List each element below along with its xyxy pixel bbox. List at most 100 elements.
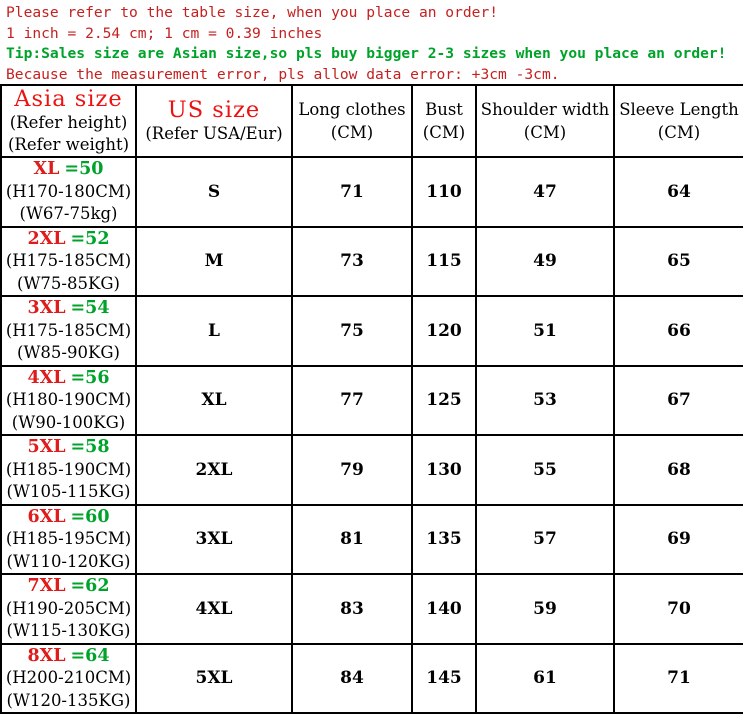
table-row: 4XL =56 (H180-190CM) (W90-100KG) XL 77 125 53 67 bbox=[1, 365, 743, 436]
shoulder-width-cell: 53 bbox=[476, 365, 615, 436]
sleeve-length-cell: 68 bbox=[614, 435, 743, 506]
asia-weight-range: (W90-100KG) bbox=[11, 412, 126, 432]
asia-size-line: 4XL =56 bbox=[2, 367, 135, 390]
long-clothes-cell: 84 bbox=[292, 643, 413, 714]
shoulder-width-cell: 61 bbox=[476, 643, 615, 714]
bust-label: Bust bbox=[425, 100, 463, 119]
asia-size-number: =52 bbox=[70, 228, 110, 249]
asia-height-range: (H175-185CM) bbox=[5, 251, 132, 270]
asia-size-line: 7XL =62 bbox=[2, 575, 135, 598]
asia-size-number: =56 bbox=[70, 367, 110, 388]
asia-size-line: 6XL =60 bbox=[2, 506, 135, 529]
sleeve-length-cell: 65 bbox=[614, 226, 743, 297]
asia-size-label: 5XL bbox=[27, 437, 66, 457]
asia-height-range: (H190-205CM) bbox=[5, 598, 132, 618]
asia-size-number: =62 bbox=[70, 576, 110, 596]
us-size-cell: 2XL bbox=[136, 435, 293, 506]
asia-height-range: (H180-190CM) bbox=[5, 390, 132, 409]
bust-cell: 125 bbox=[412, 365, 477, 436]
table-row: 7XL =62 (H190-205CM) (W115-130KG) 4XL 83 140 59… bbox=[1, 574, 743, 645]
us-size-cell: 4XL bbox=[136, 574, 293, 645]
asia-size-cell: 8XL =64 (H200-210CM) (W120-135KG) bbox=[1, 643, 137, 714]
bust-cell: 115 bbox=[412, 226, 477, 297]
us-size-cell: 3XL bbox=[136, 504, 293, 575]
asia-size-label: 3XL bbox=[27, 298, 66, 318]
bust-cell: 145 bbox=[412, 643, 477, 714]
notice-line-2: 1 inch = 2.54 cm; 1 cm = 0.39 inches bbox=[6, 24, 323, 42]
long-clothes-cell: 81 bbox=[292, 504, 413, 575]
table-row: 8XL =64 (H200-210CM) (W120-135KG) 5XL 84 145 61… bbox=[1, 643, 743, 714]
table-row: XL =50 (H170-180CM) (W67-75kg) S 71 110 47 64 bbox=[1, 157, 743, 228]
asia-weight-range: (W85-90KG) bbox=[17, 343, 120, 362]
asia-size-cell: 5XL =58 (H185-190CM) (W105-115KG) bbox=[1, 435, 137, 506]
asia-size-refer-height: (Refer height) bbox=[9, 113, 128, 132]
us-size-refer: (Refer USA/Eur) bbox=[145, 124, 283, 143]
asia-size-number: =60 bbox=[70, 506, 110, 527]
sleeve-length-cell: 67 bbox=[614, 365, 743, 436]
bust-cell: 140 bbox=[412, 574, 477, 645]
long-clothes-cell: 75 bbox=[292, 296, 413, 367]
asia-size-line: 5XL =58 bbox=[2, 436, 135, 459]
sleeve-unit: (CM) bbox=[657, 123, 701, 142]
asia-size-title: Asia size bbox=[14, 86, 123, 112]
asia-size-line: 8XL =64 bbox=[2, 645, 135, 668]
us-size-title: US size bbox=[167, 97, 261, 123]
shoulder-width-cell: 47 bbox=[476, 157, 615, 228]
asia-height-range: (H170-180CM) bbox=[5, 181, 132, 201]
asia-size-cell: 2XL =52 (H175-185CM) (W75-85KG) bbox=[1, 226, 137, 297]
sleeve-length-cell: 64 bbox=[614, 157, 743, 228]
asia-size-label: XL bbox=[33, 159, 60, 179]
bust-cell: 135 bbox=[412, 504, 477, 575]
asia-size-number: =50 bbox=[64, 159, 104, 179]
shoulder-width-cell: 51 bbox=[476, 296, 615, 367]
table-row: 5XL =58 (H185-190CM) (W105-115KG) 2XL 79 130 55… bbox=[1, 435, 743, 506]
table-row: 3XL =54 (H175-185CM) (W85-90KG) L 75 120 51 66 bbox=[1, 296, 743, 367]
long-clothes-label: Long clothes bbox=[298, 100, 406, 119]
table-row: 6XL =60 (H185-195CM) (W110-120KG) 3XL 81 135 57… bbox=[1, 504, 743, 575]
sleeve-length-cell: 70 bbox=[614, 574, 743, 645]
column-header-long-clothes: Long clothes (CM) bbox=[292, 85, 413, 158]
shoulder-unit: (CM) bbox=[523, 123, 567, 142]
bust-cell: 110 bbox=[412, 157, 477, 228]
asia-weight-range: (W115-130KG) bbox=[6, 621, 131, 640]
asia-size-label: 8XL bbox=[27, 645, 66, 666]
bust-unit: (CM) bbox=[422, 123, 466, 142]
asia-size-cell: XL =50 (H170-180CM) (W67-75kg) bbox=[1, 157, 137, 228]
sleeve-label: Sleeve Length bbox=[619, 100, 739, 119]
asia-weight-range: (W75-85KG) bbox=[17, 273, 120, 293]
shoulder-width-cell: 55 bbox=[476, 435, 615, 506]
asia-size-refer-weight: (Refer weight) bbox=[7, 135, 130, 154]
asia-size-label: 6XL bbox=[27, 506, 66, 527]
column-header-us-size: US size (Refer USA/Eur) bbox=[136, 85, 293, 158]
shoulder-width-cell: 59 bbox=[476, 574, 615, 645]
asia-weight-range: (W110-120KG) bbox=[6, 551, 131, 571]
column-header-asia-size: Asia size (Refer height) (Refer weight) bbox=[1, 85, 137, 158]
long-clothes-cell: 83 bbox=[292, 574, 413, 645]
asia-weight-range: (W120-135KG) bbox=[6, 690, 131, 710]
asia-size-number: =58 bbox=[70, 437, 110, 457]
asia-size-label: 2XL bbox=[27, 228, 66, 249]
notice-line-1: Please refer to the table size, when you… bbox=[6, 4, 499, 21]
size-chart-table: Asia size (Refer height) (Refer weight) … bbox=[0, 84, 743, 714]
asia-size-label: 7XL bbox=[27, 576, 66, 596]
long-clothes-cell: 79 bbox=[292, 435, 413, 506]
bust-cell: 130 bbox=[412, 435, 477, 506]
long-clothes-cell: 73 bbox=[292, 226, 413, 297]
asia-size-line: XL =50 bbox=[2, 158, 135, 181]
sleeve-length-cell: 71 bbox=[614, 643, 743, 714]
asia-height-range: (H185-190CM) bbox=[5, 459, 132, 479]
notice-line-4: Because the measurement error, pls allow… bbox=[6, 65, 560, 83]
column-header-shoulder-width: Shoulder width (CM) bbox=[476, 85, 615, 158]
table-header-row: Asia size (Refer height) (Refer weight) … bbox=[1, 85, 743, 158]
shoulder-width-cell: 49 bbox=[476, 226, 615, 297]
asia-size-line: 3XL =54 bbox=[2, 297, 135, 320]
asia-size-number: =64 bbox=[70, 645, 110, 666]
sleeve-length-cell: 66 bbox=[614, 296, 743, 367]
asia-weight-range: (W67-75kg) bbox=[19, 204, 118, 223]
us-size-cell: L bbox=[136, 296, 293, 367]
asia-height-range: (H185-195CM) bbox=[5, 529, 132, 548]
asia-size-line: 2XL =52 bbox=[2, 228, 135, 251]
asia-size-number: =54 bbox=[70, 298, 110, 318]
notice-block: Please refer to the table size, when you… bbox=[0, 0, 743, 84]
asia-size-label: 4XL bbox=[27, 367, 66, 388]
